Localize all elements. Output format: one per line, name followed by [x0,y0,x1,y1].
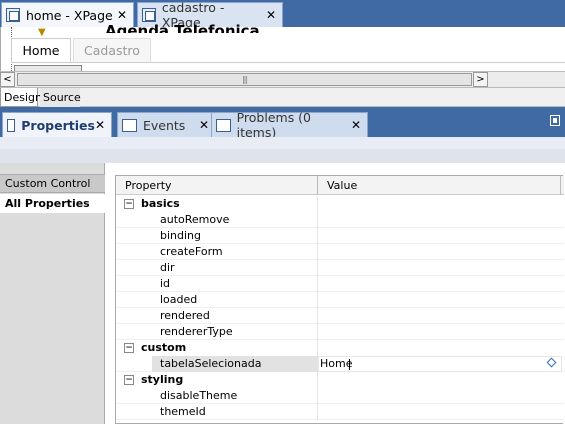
design-mode-tab[interactable]: Design [0,88,42,107]
collapse-icon[interactable]: − [124,199,134,209]
view-tab-bar: Properties ✕ Events ✕ Problems (0 items)… [0,107,565,140]
cell-separator [317,228,318,244]
property-name: rendererType [160,325,233,338]
property-row[interactable]: createForm [116,244,564,260]
property-row[interactable]: rendererType [116,324,564,340]
property-name: loaded [160,293,198,306]
category-label: custom [141,341,187,354]
property-table: Property Value − basics autoRemove binding c… [115,175,564,424]
property-row[interactable]: dir [116,260,564,276]
cell-separator [317,340,318,356]
property-value[interactable]: Home [320,357,352,371]
source-mode-tab[interactable]: Source [40,88,81,107]
property-name: rendered [160,309,210,322]
problems-icon [216,118,231,132]
scroll-thumb[interactable]: ||| [17,73,472,86]
collapse-icon[interactable]: − [124,343,134,353]
divider [11,62,565,63]
cell-separator [317,292,318,308]
editor-tab-label: home - XPage [26,7,113,23]
cell-separator [317,308,318,324]
panel-header-band [0,137,565,163]
property-row[interactable]: tabelaSelecionada Home [116,356,564,372]
tab-events[interactable]: Events ✕ [117,112,216,137]
close-icon[interactable]: ✕ [199,118,209,132]
canvas-tab-home[interactable]: Home [11,38,71,62]
row-label-bg [152,260,317,276]
category-label: basics [141,197,180,210]
tab-properties[interactable]: Properties ✕ [2,112,112,137]
cell-separator [317,260,318,276]
property-row[interactable]: themeId [116,404,564,420]
category-label: styling [141,373,184,386]
properties-icon [7,118,16,132]
close-icon[interactable]: ✕ [351,118,361,132]
property-row[interactable]: loaded [116,292,564,308]
tab-label: Properties [21,117,95,133]
cell-separator [317,372,318,388]
property-row[interactable]: disableTheme [116,388,564,404]
scroll-right-button[interactable]: > [473,72,488,87]
value-editor[interactable] [318,356,562,372]
cell-separator [317,324,318,340]
category-row[interactable]: − basics [116,196,564,212]
xpage-icon [6,8,20,22]
tab-label: Problems (0 items) [236,110,312,140]
cell-separator [317,244,318,260]
cell-separator [317,404,318,420]
cell-separator [317,212,318,228]
category-row[interactable]: − styling [116,372,564,388]
horizontal-scrollbar[interactable]: < ||| > [0,71,565,88]
editor-tab-bar: home - XPage ✕ cadastro - XPage ✕ [0,0,565,30]
cell-separator [317,196,318,212]
nav-all-properties[interactable]: All Properties [0,194,105,213]
close-icon[interactable]: ✕ [266,8,276,22]
property-name: binding [160,229,202,242]
property-name: dir [160,261,175,274]
cell-separator [317,388,318,404]
property-row[interactable]: binding [116,228,564,244]
mode-switcher: Design Source [0,88,565,107]
column-header-value[interactable]: Value [327,179,357,192]
property-name: tabelaSelecionada [160,357,262,370]
column-separator [560,176,561,195]
canvas-tab-cadastro[interactable]: Cadastro [73,38,151,62]
column-header-property[interactable]: Property [125,179,172,192]
property-row[interactable]: rendered [116,308,564,324]
scroll-left-button[interactable]: < [0,72,15,87]
row-label-bg [152,276,317,292]
tab-problems[interactable]: Problems (0 items) ✕ [211,110,368,140]
close-icon[interactable]: ✕ [95,118,105,132]
nav-custom-control[interactable]: Custom Control [0,174,105,193]
property-name: id [160,277,171,290]
tab-label: Events [143,117,186,133]
property-name: createForm [160,245,223,258]
column-separator[interactable] [317,176,318,195]
view-menu-icon[interactable] [550,115,560,126]
property-name: themeId [160,405,206,418]
pin-icon: ▼ [38,27,46,38]
property-name: disableTheme [160,389,238,402]
page-title: Agenda Telefonica [105,22,260,33]
cell-separator [317,276,318,292]
table-header: Property Value [116,176,564,195]
category-row[interactable]: − custom [116,340,564,356]
property-row[interactable]: id [116,276,564,292]
events-icon [122,118,137,132]
property-row[interactable]: autoRemove [116,212,564,228]
property-name: autoRemove [160,213,230,226]
text-caret [349,359,350,370]
collapse-icon[interactable]: − [124,375,134,385]
